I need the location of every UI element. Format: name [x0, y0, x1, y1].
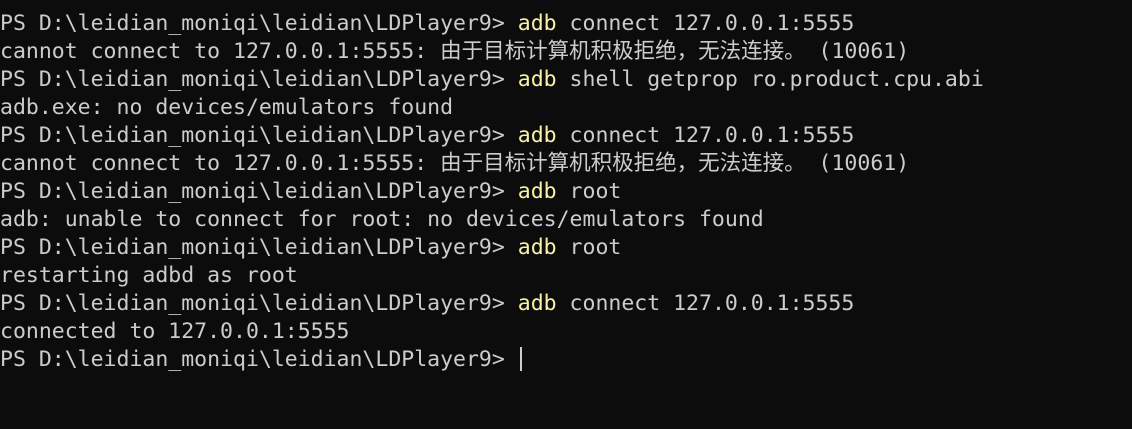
text-cursor: [519, 347, 522, 371]
command-name: adb: [517, 11, 557, 36]
command-name: adb: [517, 123, 557, 148]
prompt: PS D:\leidian_moniqi\leidian\LDPlayer9>: [0, 11, 518, 36]
command-line: PS D:\leidian_moniqi\leidian\LDPlayer9> …: [0, 66, 1132, 94]
prompt: PS D:\leidian_moniqi\leidian\LDPlayer9>: [0, 347, 518, 372]
command-args: connect 127.0.0.1:5555: [556, 291, 855, 316]
output-line: adb: unable to connect for root: no devi…: [0, 207, 764, 232]
output-line: restarting adbd as root: [0, 263, 298, 288]
command-line: PS D:\leidian_moniqi\leidian\LDPlayer9> …: [0, 178, 1132, 206]
output-line: cannot connect to 127.0.0.1:5555: 由于目标计算…: [0, 39, 910, 64]
output-line: adb.exe: no devices/emulators found: [0, 95, 454, 120]
current-prompt-line[interactable]: PS D:\leidian_moniqi\leidian\LDPlayer9>: [0, 346, 1132, 374]
command-line: PS D:\leidian_moniqi\leidian\LDPlayer9> …: [0, 234, 1132, 262]
command-line: PS D:\leidian_moniqi\leidian\LDPlayer9> …: [0, 122, 1132, 150]
output-line: connected to 127.0.0.1:5555: [0, 319, 350, 344]
command-line: PS D:\leidian_moniqi\leidian\LDPlayer9> …: [0, 10, 1132, 38]
command-name: adb: [517, 67, 557, 92]
command-args: shell getprop ro.product.cpu.abi: [556, 67, 984, 92]
prompt: PS D:\leidian_moniqi\leidian\LDPlayer9>: [0, 67, 518, 92]
command-line: PS D:\leidian_moniqi\leidian\LDPlayer9> …: [0, 290, 1132, 318]
command-args: root: [556, 235, 622, 260]
prompt: PS D:\leidian_moniqi\leidian\LDPlayer9>: [0, 123, 518, 148]
prompt: PS D:\leidian_moniqi\leidian\LDPlayer9>: [0, 179, 518, 204]
command-args: root: [556, 179, 622, 204]
terminal-output: PS D:\leidian_moniqi\leidian\LDPlayer9> …: [0, 10, 1132, 346]
command-name: adb: [517, 291, 557, 316]
prompt: PS D:\leidian_moniqi\leidian\LDPlayer9>: [0, 291, 518, 316]
command-args: connect 127.0.0.1:5555: [556, 11, 855, 36]
output-line: cannot connect to 127.0.0.1:5555: 由于目标计算…: [0, 151, 910, 176]
command-args: connect 127.0.0.1:5555: [556, 123, 855, 148]
command-name: adb: [517, 235, 557, 260]
prompt: PS D:\leidian_moniqi\leidian\LDPlayer9>: [0, 235, 518, 260]
terminal-window[interactable]: PS D:\leidian_moniqi\leidian\LDPlayer9> …: [0, 0, 1132, 429]
command-name: adb: [517, 179, 557, 204]
